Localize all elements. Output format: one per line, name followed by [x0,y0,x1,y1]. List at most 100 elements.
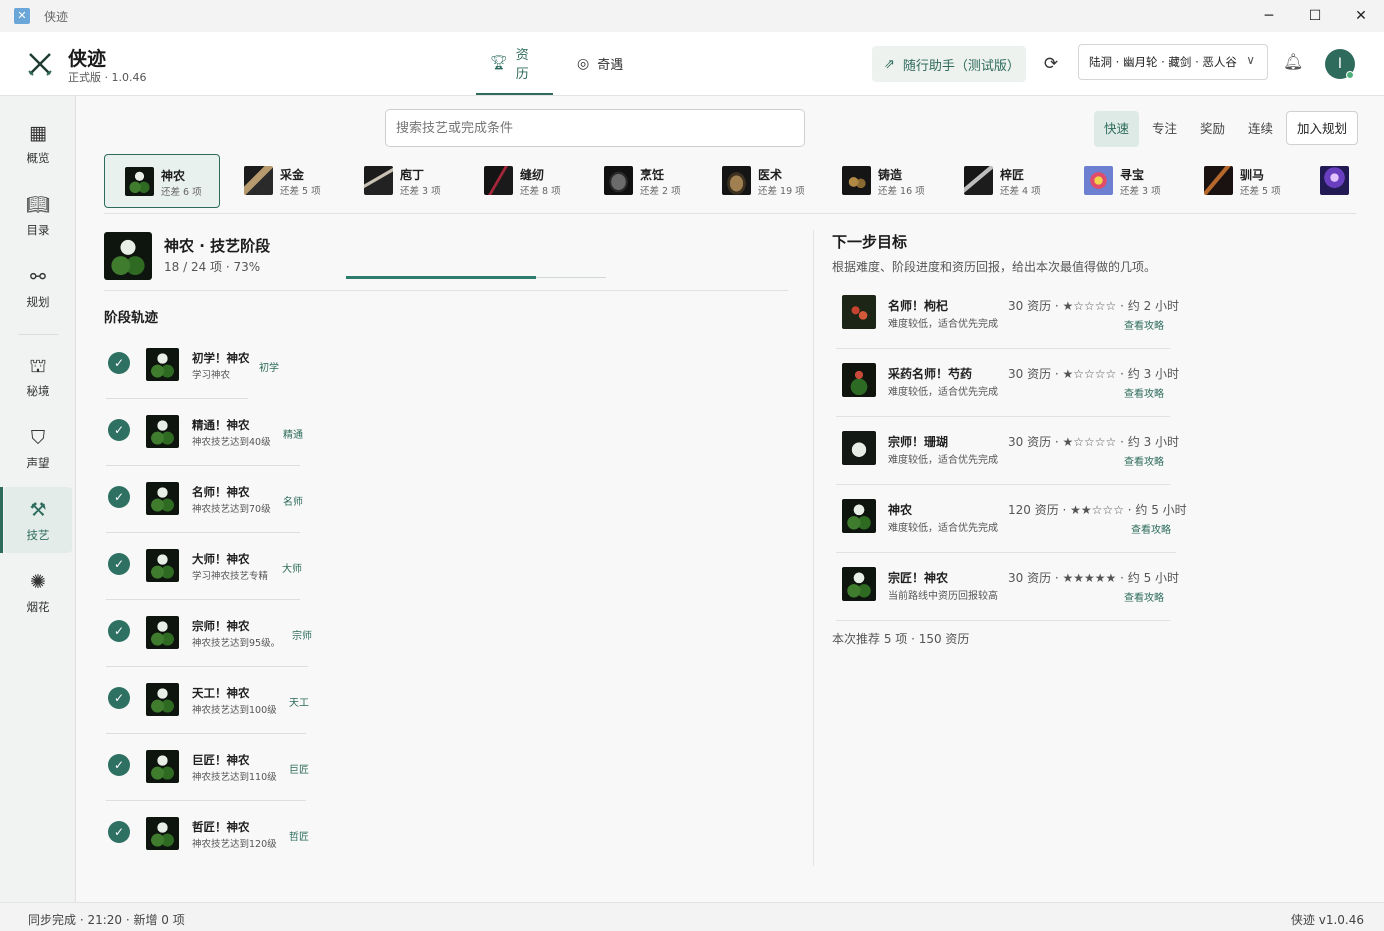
stage-row[interactable]: ✓ 天工！神农 神农技艺达到100级 天工 [106,667,316,734]
sidebar-item-plan[interactable]: ⚯ 规划 [4,254,72,320]
stage-desc: 神农技艺达到40级 [192,437,271,448]
goal-item[interactable]: 名师！枸杞 难度较低，适合优先完成 30 资历 · ★☆☆☆☆ · 约 2 小时… [836,281,1179,349]
add-to-plan-button[interactable]: 加入规划 [1286,111,1359,145]
check-icon: ✓ [108,754,130,776]
stage-name: 初学！神农 [192,351,250,365]
sidebar-item-overview[interactable]: ▦ 概览 [4,110,72,176]
skill-tab-sewing[interactable]: 缝纫 还差 8 项 [464,154,580,208]
panel-divider [813,230,814,866]
sidebar: ▦ 概览 📖︎ 目录 ⚯ 规划 ⛫ 秘境 ⛉ 声望 ⚒ 技艺 ✺ 烟花 [0,96,76,902]
stage-row[interactable]: ✓ 巨匠！神农 神农技艺达到110级 巨匠 [106,734,316,801]
mode-focus[interactable]: 专注 [1142,111,1187,147]
castle-icon: ⛫ [29,354,47,377]
bell-icon[interactable]: 🔔︎ [1283,52,1303,71]
next-goals-subtitle: 根据难度、阶段进度和资历回报，给出本次最值得做的几项。 [832,260,1157,274]
goal-name: 采药名师！芍药 [888,367,973,381]
goal-item[interactable]: 宗师！珊瑚 难度较低，适合优先完成 30 资历 · ★☆☆☆☆ · 约 3 小时… [836,417,1179,485]
guide-link[interactable]: 查看攻略 [1124,453,1164,468]
mode-reward[interactable]: 奖励 [1190,111,1235,147]
coral-icon [842,431,876,465]
skill-name: 缝纫 [520,168,545,182]
character-select[interactable]: 陆洞 · 幽月轮 · 藏剑 · 恶人谷 ∨ [1078,44,1268,80]
goal-meta: 120 资历 · ★★☆☆☆ · 约 5 小时 [1008,503,1187,517]
saw-icon [964,166,993,195]
sidebar-item-catalog[interactable]: 📖︎ 目录 [4,182,72,248]
goal-desc: 难度较低，适合优先完成 [888,387,998,398]
treasure-icon [1084,166,1113,195]
goal-item[interactable]: 神农 难度较低，适合优先完成 120 资历 · ★★☆☆☆ · 约 5 小时 查… [836,485,1187,553]
goal-name: 宗师！珊瑚 [888,435,949,449]
trophy-icon: 🏆︎ [490,54,508,71]
sidebar-item-fireworks[interactable]: ✺ 烟花 [4,559,72,625]
skill-tab-medicine[interactable]: 医术 还差 19 项 [702,154,818,208]
goal-desc: 难度较低，适合优先完成 [888,319,998,330]
goal-name: 宗匠！神农 [888,571,949,585]
skill-tab-horse[interactable]: 驯马 还差 5 项 [1184,154,1300,208]
whip-icon [1204,166,1233,195]
refresh-icon[interactable]: ⟳ [1040,53,1062,75]
skill-remaining: 还差 3 项 [1120,186,1161,197]
mortar-icon [722,166,751,195]
goal-item[interactable]: 采药名师！芍药 难度较低，适合优先完成 30 资历 · ★☆☆☆☆ · 约 3 … [836,349,1179,417]
stage-tag: 巨匠 [289,765,309,776]
skill-tab-cooking[interactable]: 烹饪 还差 2 项 [584,154,700,208]
firework-icon: ✺ [30,570,46,593]
stage-name: 名师！神农 [192,485,250,499]
stage-row[interactable]: ✓ 宗师！神农 神农技艺达到95级。 宗师 [106,600,316,667]
skill-tab-forging[interactable]: 铸造 还差 16 项 [822,154,938,208]
knife-icon [364,166,393,195]
guide-link[interactable]: 查看攻略 [1124,317,1164,332]
skill-tab-butcher[interactable]: 庖丁 还差 3 项 [344,154,460,208]
sidebar-item-dungeon[interactable]: ⛫ 秘境 [4,343,72,409]
skill-tab-treasure[interactable]: 寻宝 还差 3 项 [1064,154,1180,208]
tab-adventure[interactable]: ◎ 奇遇 [563,32,637,95]
stage-tag: 名师 [283,497,303,508]
stage-row[interactable]: ✓ 精通！神农 神农技艺达到40级 精通 [106,399,316,466]
skill-remaining: 还差 5 项 [280,186,321,197]
guide-link[interactable]: 查看攻略 [1131,521,1171,536]
shennong-icon [146,549,179,582]
skill-name: 驯马 [1240,168,1265,182]
check-icon: ✓ [108,419,130,441]
shennong-icon [146,348,179,381]
needle-icon [484,166,513,195]
stage-row[interactable]: ✓ 名师！神农 神农技艺达到70级 名师 [106,466,316,533]
sidebar-item-crafting[interactable]: ⚒ 技艺 [0,487,72,553]
sidebar-item-label: 规划 [26,294,50,309]
skill-tab-partial[interactable] [1300,154,1356,208]
guide-link[interactable]: 查看攻略 [1124,589,1164,604]
assistant-button[interactable]: ⇗ 随行助手（测试版） [872,46,1026,82]
close-icon[interactable]: ✕ [1338,0,1384,32]
window-title: 侠迹 [44,9,69,24]
mode-streak[interactable]: 连续 [1238,111,1283,147]
mode-quick[interactable]: 快速 [1094,111,1140,147]
skill-remaining: 还差 4 项 [1000,186,1041,197]
stage-tag: 初学 [259,363,279,374]
tab-resume[interactable]: 🏆︎ 资历 [476,32,553,95]
stage-row[interactable]: ✓ 初学！神农 学习神农 初学 [106,332,316,399]
assistant-label: 随行助手（测试版） [902,58,1020,74]
search-input[interactable] [385,109,805,147]
tab-label: 奇遇 [597,58,624,73]
skill-tab-carpentry[interactable]: 梓匠 还差 4 项 [944,154,1060,208]
shennong-icon [842,499,876,533]
stage-desc: 学习神农 [192,370,231,381]
stage-row[interactable]: ✓ 大师！神农 学习神农技艺专精 大师 [106,533,316,600]
sidebar-item-reputation[interactable]: ⛉ 声望 [4,415,72,481]
skill-strip: 神农 还差 6 项 采金 还差 5 项 庖丁 还差 3 项 缝纫 还差 8 项 … [104,154,1356,214]
skill-tab-shennong[interactable]: 神农 还差 6 项 [104,154,220,208]
check-icon: ✓ [108,687,130,709]
goal-item[interactable]: 宗匠！神农 当前路线中资历回报较高 30 资历 · ★★★★★ · 约 5 小时… [836,553,1179,621]
shennong-icon [146,750,179,783]
sidebar-item-label: 秘境 [26,383,50,398]
compass-icon: ◎ [577,55,590,72]
app-header: 侠迹 正式版 · 1.0.46 🏆︎ 资历 ◎ 奇遇 ⇗ 随行助手（测试版） ⟳… [0,32,1384,96]
stage-row[interactable]: ✓ 哲匠！神农 神农技艺达到120级 哲匠 [106,801,316,868]
maximize-icon[interactable]: ☐ [1292,0,1338,32]
tab-label: 资历 [515,47,529,82]
skill-tab-mining[interactable]: 采金 还差 5 项 [224,154,340,208]
check-icon: ✓ [108,486,130,508]
guide-link[interactable]: 查看攻略 [1124,385,1164,400]
minimize-icon[interactable]: ─ [1246,0,1292,32]
sidebar-item-label: 概览 [26,150,50,165]
